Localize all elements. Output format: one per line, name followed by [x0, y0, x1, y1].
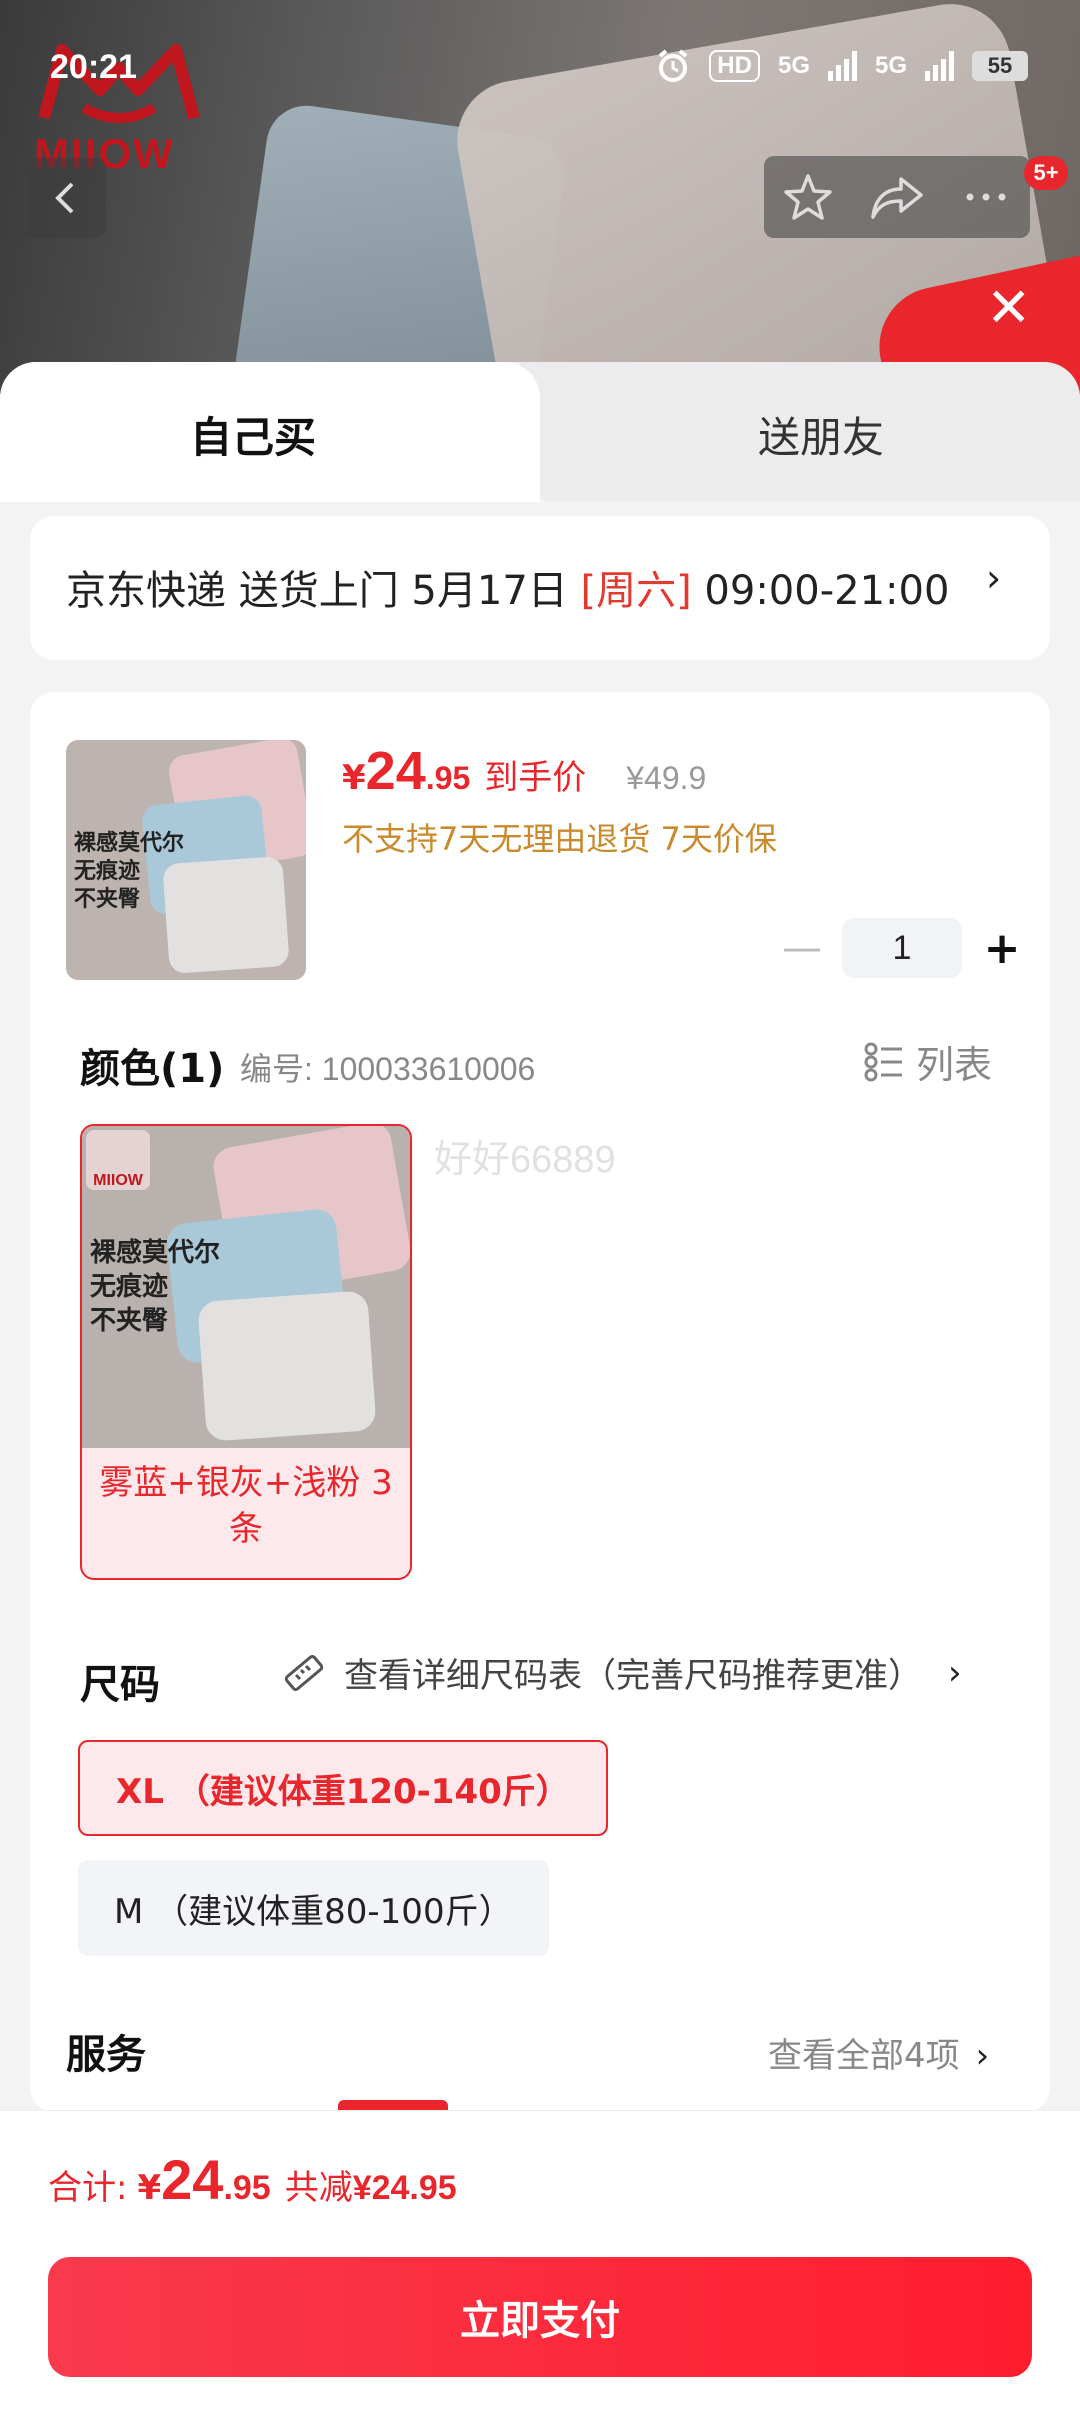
product-thumbnail: 裸感莫代尔 无痕迹 不夹臀 — [66, 740, 306, 980]
thumb-text: 裸感莫代尔 无痕迹 不夹臀 — [74, 831, 185, 912]
variant-image: MIIOW 裸感莫代尔 无痕迹 不夹臀 — [82, 1126, 410, 1448]
quantity-field[interactable]: 1 — [842, 918, 962, 978]
increase-button[interactable]: + — [972, 918, 1032, 978]
battery-icon: 55 — [972, 51, 1028, 81]
network-5g-label-2: 5G — [874, 52, 907, 79]
watermark: 好好66889 — [434, 1139, 616, 1181]
total-price: 合计: ¥24.95 共减¥24.95 — [48, 2147, 457, 2212]
decrease-button[interactable]: — — [772, 918, 832, 978]
delivery-prefix: 京东快递 送货上门 5月17日 — [66, 568, 581, 614]
sku-number: 编号: 100033610006 — [240, 1051, 536, 1087]
service-more-label: 查看全部4项 — [768, 2036, 960, 2076]
discount-label: 共减 — [284, 2168, 353, 2208]
price-tag: 到手价 — [484, 758, 587, 798]
service-section-title: 服务 — [66, 2032, 146, 2078]
variant-grey — [197, 1290, 377, 1442]
network-5g-label: 5G — [777, 52, 810, 79]
size-option-m[interactable]: M （建议体重80-100斤） — [78, 1860, 549, 1956]
total-decimal: .95 — [223, 2169, 271, 2207]
pay-now-button[interactable]: 立即支付 — [48, 2257, 1032, 2377]
chevron-left-icon — [55, 182, 74, 214]
delivery-weekday: [周六] — [580, 568, 692, 614]
close-icon[interactable]: ✕ — [986, 276, 1031, 339]
size-option-xl[interactable]: XL （建议体重120-140斤） — [78, 1740, 608, 1836]
hd-icon: HD — [709, 50, 760, 82]
ruler-icon — [284, 1654, 324, 1691]
star-icon[interactable] — [782, 171, 834, 223]
size-chart-link[interactable]: 查看详细尺码表（完善尺码推荐更准） › — [282, 1648, 962, 1697]
chevron-right-icon: › — [948, 1652, 962, 1693]
color-variant-option[interactable]: MIIOW 裸感莫代尔 无痕迹 不夹臀 雾蓝+银灰+浅粉 3条 — [80, 1124, 412, 1580]
quantity-stepper: — 1 + — [772, 918, 1032, 978]
total-integer: 24 — [161, 2148, 224, 2211]
variant-image-text: 裸感莫代尔 无痕迹 不夹臀 — [90, 1238, 221, 1336]
price-row: ¥24.95 到手价 ¥49.9 — [342, 740, 706, 802]
alarm-icon — [659, 49, 688, 82]
chevron-right-icon: › — [975, 2036, 990, 2076]
list-view-button[interactable]: 列表 — [864, 1034, 992, 1089]
tab-buy-for-self[interactable]: 自己买 — [190, 404, 316, 465]
message-badge: 5+ — [1024, 156, 1068, 190]
original-price: ¥49.9 — [626, 760, 707, 796]
discount-amount: ¥24.95 — [352, 2169, 457, 2207]
price-decimal: .95 — [425, 760, 471, 796]
return-policy: 不支持7天无理由退货 7天价保 — [342, 820, 777, 858]
signal-icon — [827, 51, 857, 81]
delivery-row[interactable]: 京东快递 送货上门 5月17日 [周六] 09:00-21:00 › — [30, 516, 1050, 660]
more-icon[interactable] — [960, 171, 1012, 223]
delivery-time-window: 09:00-21:00 — [691, 568, 950, 614]
status-time: 20:21 — [50, 48, 137, 86]
total-symbol: ¥ — [137, 2168, 162, 2208]
variant-label: 雾蓝+银灰+浅粉 3条 — [99, 1463, 393, 1549]
status-icons: HD 5G 5G 55 — [655, 48, 1028, 84]
color-section-title: 颜色(1) — [80, 1046, 225, 1092]
delivery-text: 京东快递 送货上门 5月17日 [周六] 09:00-21:00 — [66, 558, 949, 616]
list-view-label: 列表 — [916, 1043, 993, 1087]
total-label: 合计: — [48, 2168, 128, 2208]
back-button[interactable] — [26, 158, 106, 238]
price-symbol: ¥ — [342, 758, 366, 798]
tab-send-to-friend[interactable]: 送朋友 — [758, 404, 884, 465]
product-options-card: 裸感莫代尔 无痕迹 不夹臀 ¥24.95 到手价 ¥49.9 不支持7天无理由退货 … — [30, 692, 1050, 2112]
list-icon — [864, 1042, 902, 1081]
service-view-all-link[interactable]: 查看全部4项 › — [768, 2028, 989, 2077]
share-icon[interactable] — [869, 171, 925, 223]
variant-logo: MIIOW — [86, 1130, 150, 1190]
size-chart-label: 查看详细尺码表（完善尺码推荐更准） — [344, 1656, 922, 1696]
size-section-title: 尺码 — [80, 1662, 160, 1708]
top-toolbar — [764, 156, 1030, 238]
price-integer: 24 — [365, 741, 426, 801]
checkout-bar: 合计: ¥24.95 共减¥24.95 立即支付 — [0, 2110, 1080, 2413]
chevron-right-icon: › — [986, 556, 1002, 600]
signal-icon-2 — [925, 51, 954, 81]
